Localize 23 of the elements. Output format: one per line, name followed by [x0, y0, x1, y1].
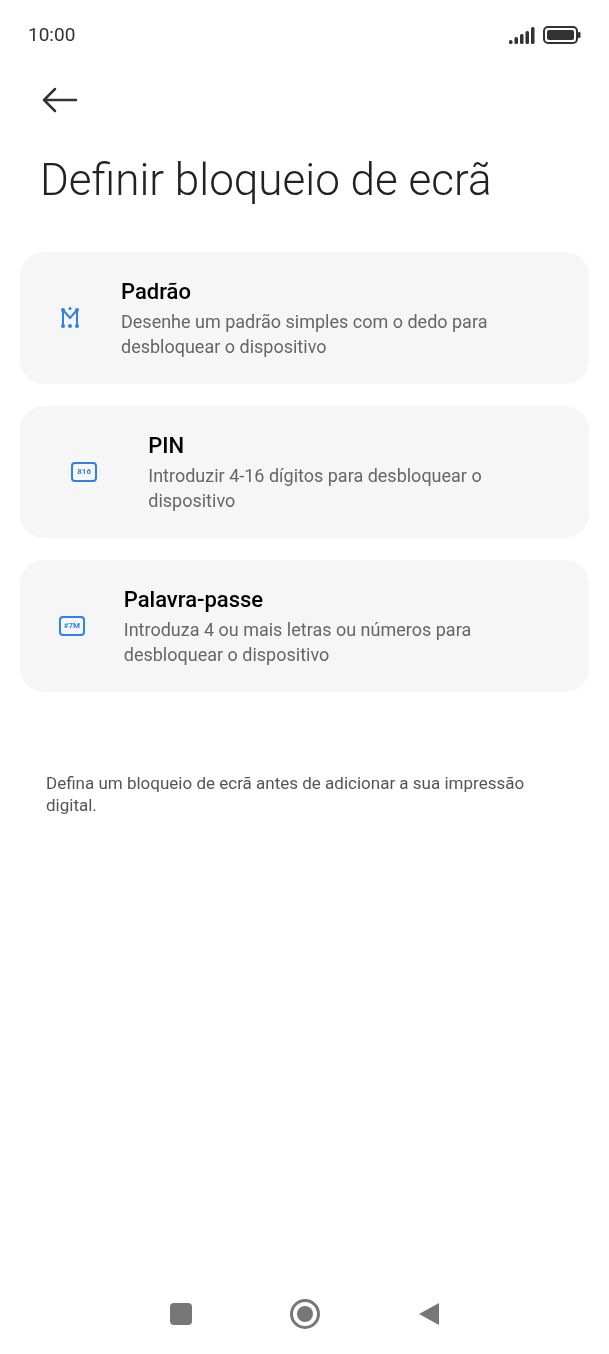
password-icon: #7M: [58, 616, 85, 636]
home-button[interactable]: [289, 1299, 320, 1329]
page-title: Definir bloqueio de ecrã: [39, 153, 493, 208]
pin-icon: 816: [71, 462, 98, 482]
pattern-icon: [60, 307, 81, 329]
back-nav-button[interactable]: [417, 1302, 440, 1326]
footer-note: Defina um bloqueio de ecrã antes de adicionar a sua impressão digital.: [45, 772, 526, 816]
signal-icon: [509, 26, 536, 44]
lock-option-card[interactable]: #7M Palavra-passe Introduza 4 ou mais letras ou números para desbloquear o dispositivo: [20, 560, 589, 692]
option-description: Introduza 4 ou mais letras ou números para desbloquear o dispositivo: [123, 617, 473, 667]
option-title: PIN: [148, 431, 186, 460]
back-arrow-icon: [42, 87, 78, 113]
lock-option-card[interactable]: Padrão Desenhe um padrão simples com o dedo para desbloquear o dispositivo: [20, 252, 589, 384]
option-title: Padrão: [121, 277, 192, 306]
option-title: Palavra-passe: [123, 585, 265, 614]
battery-icon: [543, 26, 581, 44]
recent-apps-button[interactable]: [169, 1303, 192, 1325]
triangle-icon: [417, 1302, 440, 1326]
option-description: Desenhe um padrão simples com o dedo para desbloquear o dispositivo: [121, 309, 489, 359]
status-time: 10:00: [28, 21, 76, 48]
lock-option-card[interactable]: 816 PIN Introduzir 4-16 dígitos para desbloquear o dispositivo: [20, 406, 589, 538]
option-description: Introduzir 4-16 dígitos para desbloquear o dispositivo: [148, 463, 483, 513]
back-button[interactable]: [42, 85, 80, 115]
